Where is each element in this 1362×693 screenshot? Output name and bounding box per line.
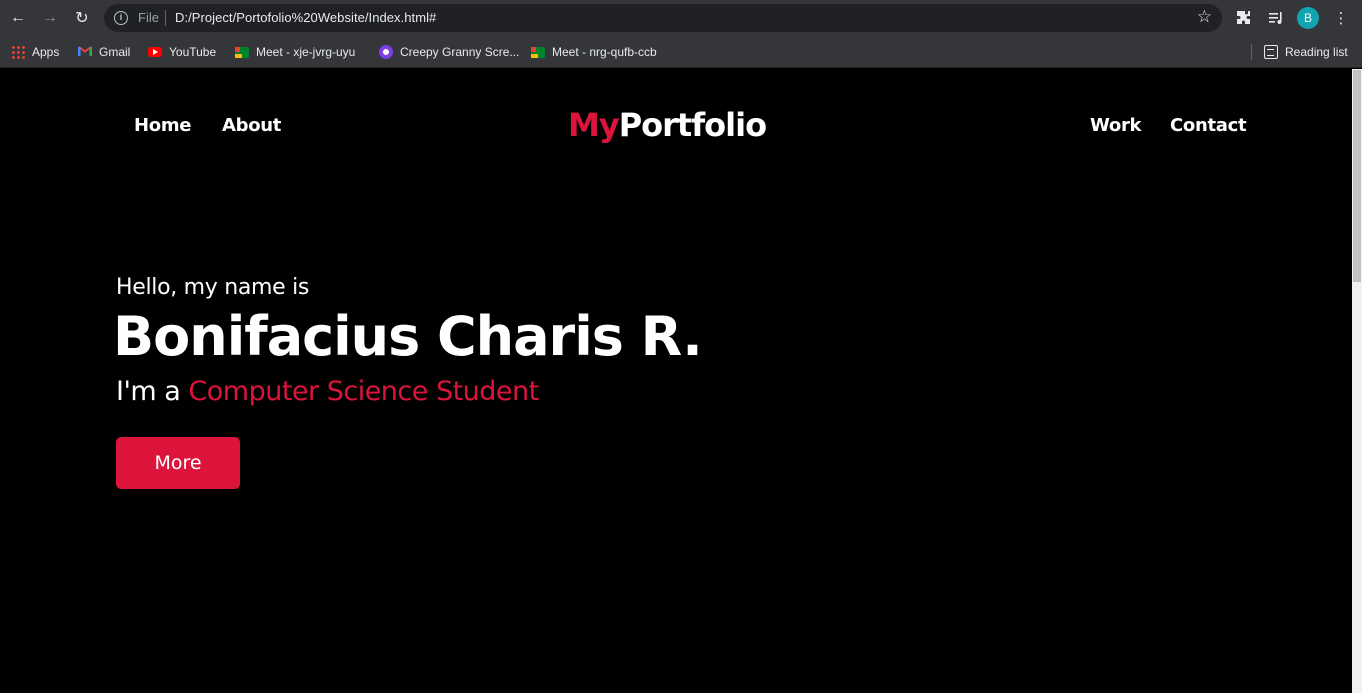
bookmark-meet-1[interactable]: Meet - xje-jvrg-uyu — [235, 42, 355, 62]
back-arrow-icon[interactable]: ← — [6, 6, 30, 30]
bookmark-youtube[interactable]: YouTube — [148, 42, 216, 62]
bookmarks-bar: Apps Gmail YouTube Meet - xje-jvrg-uyu C… — [0, 36, 1362, 68]
hero-role: Computer Science Student — [188, 376, 539, 407]
bookmark-label: Meet - nrg-qufb-ccb — [552, 45, 657, 59]
scrollbar-thumb[interactable] — [1353, 70, 1361, 282]
bookmark-label: Meet - xje-jvrg-uyu — [256, 45, 356, 59]
page-scrollbar[interactable] — [1352, 69, 1362, 693]
media-queue-icon[interactable] — [1264, 6, 1288, 30]
twitch-icon — [379, 45, 393, 59]
reload-icon[interactable]: ↻ — [70, 6, 94, 30]
scheme-label: File — [138, 10, 159, 25]
url-text[interactable]: D:/Project/Portofolio%20Website/Index.ht… — [175, 10, 436, 25]
kebab-menu-icon[interactable]: ⋮ — [1329, 6, 1353, 30]
gmail-icon — [78, 45, 92, 59]
more-button[interactable]: More — [116, 437, 240, 489]
bookmark-label: YouTube — [169, 45, 217, 59]
profile-avatar[interactable]: B — [1297, 7, 1319, 29]
apps-grid-icon — [11, 45, 25, 59]
hero-name: Bonifacius Charis R. — [113, 305, 703, 368]
omnibox-divider — [165, 10, 166, 26]
portfolio-page: Home About MyPortfolio Work Contact Hell… — [0, 69, 1352, 693]
browser-toolbar: ← → ↻ i File D:/Project/Portofolio%20Web… — [0, 0, 1362, 36]
bookmark-label: Apps — [32, 45, 60, 59]
nav-home[interactable]: Home — [134, 115, 192, 136]
site-logo[interactable]: MyPortfolio — [568, 106, 767, 144]
bookmark-label: Gmail — [99, 45, 131, 59]
google-meet-icon — [531, 46, 545, 58]
bookmark-star-icon[interactable]: ☆ — [1197, 7, 1212, 27]
forward-arrow-icon[interactable]: → — [38, 6, 62, 30]
extensions-puzzle-icon[interactable] — [1232, 6, 1256, 30]
bookmarks-divider — [1251, 44, 1252, 60]
logo-part-my: My — [568, 106, 620, 144]
info-icon[interactable]: i — [114, 11, 128, 25]
address-bar[interactable]: i File D:/Project/Portofolio%20Website/I… — [104, 4, 1222, 32]
youtube-icon — [148, 47, 162, 57]
nav-work[interactable]: Work — [1090, 115, 1142, 136]
bookmark-apps[interactable]: Apps — [11, 42, 59, 62]
nav-about[interactable]: About — [222, 115, 281, 136]
reading-list-icon — [1264, 45, 1278, 59]
logo-part-portfolio: Portfolio — [618, 106, 767, 144]
hero-greeting: Hello, my name is — [116, 275, 310, 300]
bookmark-creepy-granny[interactable]: Creepy Granny Scre... — [379, 42, 519, 62]
bookmark-meet-2[interactable]: Meet - nrg-qufb-ccb — [531, 42, 657, 62]
google-meet-icon — [235, 46, 249, 58]
bookmark-gmail[interactable]: Gmail — [78, 42, 130, 62]
hero-role-line: I'm a Computer Science Student — [116, 376, 539, 407]
hero-role-prefix: I'm a — [116, 376, 189, 407]
bookmark-label: Creepy Granny Scre... — [400, 45, 520, 59]
reading-list-label: Reading list — [1285, 45, 1348, 59]
nav-contact[interactable]: Contact — [1170, 115, 1247, 136]
reading-list-button[interactable]: Reading list — [1264, 42, 1348, 62]
